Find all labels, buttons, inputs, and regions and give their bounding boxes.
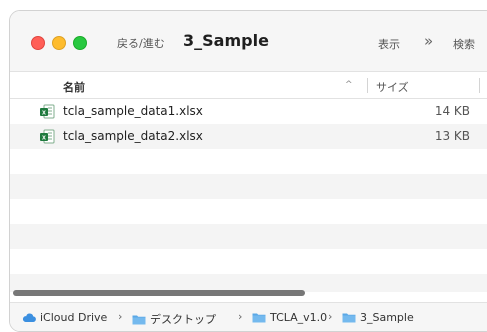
empty-row [10, 149, 487, 174]
path-separator: › [328, 310, 333, 323]
file-size: 13 KB [434, 129, 470, 143]
empty-row [10, 224, 487, 249]
path-item-label: TCLA_v1.0 [270, 311, 328, 324]
column-header-name[interactable]: 名前 [63, 79, 85, 95]
column-header-size[interactable]: サイズ [376, 79, 409, 95]
path-item-tcla[interactable]: TCLA_v1.0 [252, 311, 327, 324]
folder-title: 3_Sample [183, 31, 269, 50]
path-item-icloud[interactable]: iCloud Drive [22, 311, 107, 324]
finder-window: 戻る/進む 3_Sample 表示 » 検索 名前 ^ サイズ x tcla_s… [9, 10, 487, 332]
column-divider[interactable] [367, 78, 368, 93]
path-bar: iCloud Drive › デスクトップ › TCLA_v1.0 › 3_Sa… [10, 302, 487, 331]
empty-row [10, 249, 487, 274]
back-forward-button[interactable]: 戻る/進む [117, 35, 165, 51]
view-button[interactable]: 表示 [378, 36, 400, 52]
column-header: 名前 ^ サイズ [10, 71, 487, 99]
svg-text:x: x [42, 110, 46, 117]
zoom-window-button[interactable] [73, 36, 87, 50]
empty-row [10, 174, 487, 199]
file-name: tcla_sample_data2.xlsx [63, 129, 203, 143]
svg-text:x: x [42, 135, 46, 142]
search-button[interactable]: 検索 [453, 36, 475, 52]
file-size: 14 KB [434, 104, 470, 118]
file-list: x tcla_sample_data1.xlsx 14 KB x tcla_sa… [10, 99, 487, 292]
column-divider[interactable] [479, 78, 480, 93]
path-item-label: 3_Sample [360, 311, 414, 324]
excel-file-icon: x [40, 129, 55, 144]
close-window-button[interactable] [31, 36, 45, 50]
path-separator: › [238, 310, 243, 323]
folder-icon [252, 313, 266, 323]
excel-file-icon: x [40, 104, 55, 119]
minimize-window-button[interactable] [52, 36, 66, 50]
cloud-icon [22, 313, 36, 322]
sort-ascending-icon[interactable]: ^ [345, 80, 353, 90]
file-row[interactable]: x tcla_sample_data1.xlsx 14 KB [10, 99, 487, 124]
folder-icon [342, 313, 356, 323]
horizontal-scrollbar[interactable] [13, 290, 305, 296]
path-item-3-sample[interactable]: 3_Sample [342, 311, 414, 324]
file-row[interactable]: x tcla_sample_data2.xlsx 13 KB [10, 124, 487, 149]
toolbar: 戻る/進む 3_Sample 表示 » 検索 [10, 11, 487, 71]
file-name: tcla_sample_data1.xlsx [63, 104, 203, 118]
folder-icon [132, 315, 146, 324]
toolbar-overflow-button[interactable]: » [424, 32, 433, 50]
path-item-label: iCloud Drive [40, 311, 108, 324]
path-separator: › [118, 310, 123, 323]
empty-row [10, 199, 487, 224]
